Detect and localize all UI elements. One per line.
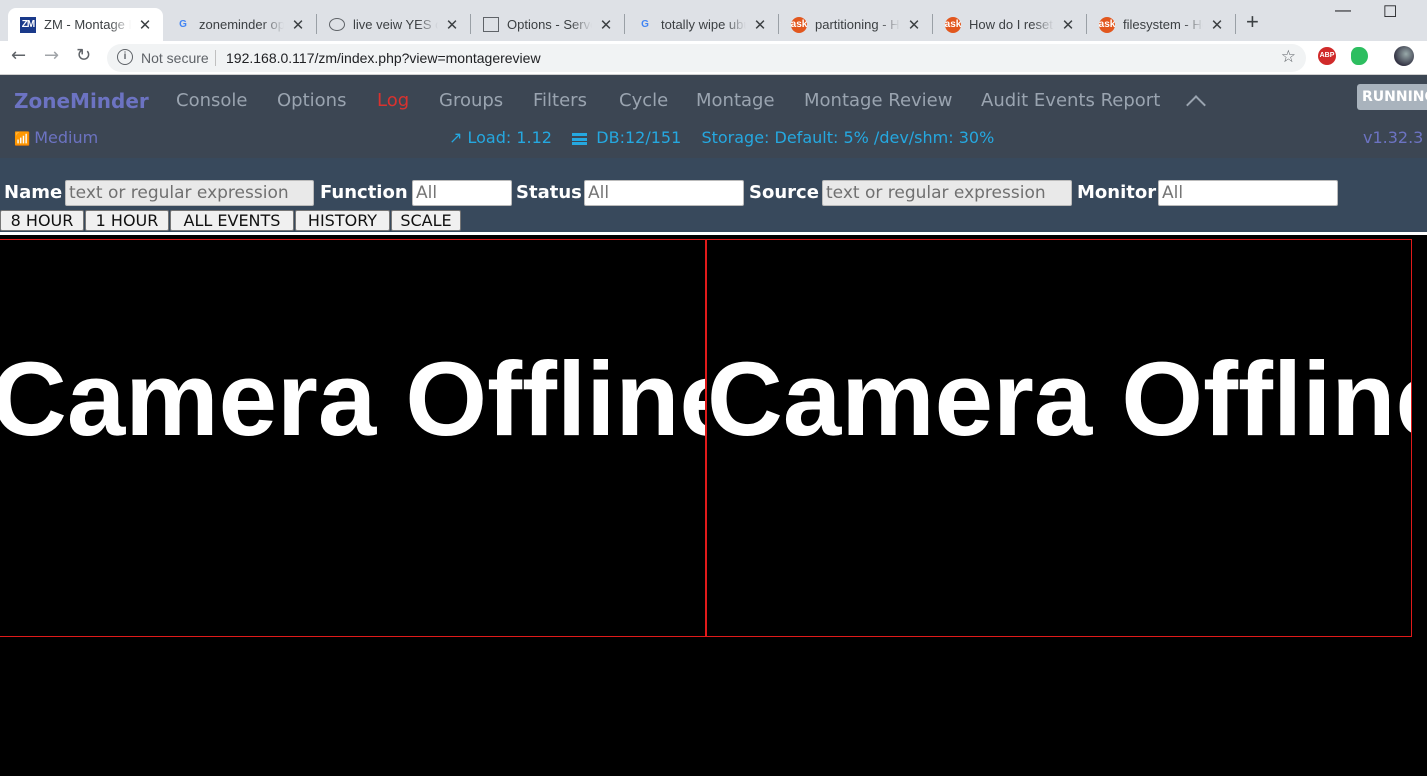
close-icon[interactable]: ✕ <box>290 16 306 34</box>
omnibox[interactable]: i Not secure 192.168.0.117/zm/index.php?… <box>107 44 1306 72</box>
tab-zm-montage-review[interactable]: ZM ZM - Montage Review ✕ <box>8 8 163 41</box>
minimize-icon[interactable]: — <box>1335 2 1351 20</box>
tab-totally-wipe-ubuntu[interactable]: G totally wipe ubuntu ✕ <box>625 8 778 41</box>
tab-title: zoneminder options <box>199 17 284 32</box>
tab-reset-ubuntu[interactable]: ask How do I reset Ubuntu ✕ <box>933 8 1086 41</box>
monitor-filter-label: Monitor <box>1077 182 1157 203</box>
load-stat: Load: 1.12 <box>467 128 552 147</box>
montage-review-area: Camera Offline Camera Offline <box>0 235 1427 776</box>
close-icon[interactable]: ✕ <box>444 16 460 34</box>
bandwidth-label: Medium <box>34 128 99 147</box>
source-filter-label: Source <box>749 182 819 203</box>
security-indicator[interactable]: Not secure <box>141 50 209 66</box>
zm-icon: ZM <box>20 16 36 33</box>
8-hour-button[interactable]: 8 HOUR <box>0 210 84 231</box>
info-icon[interactable]: i <box>117 49 133 65</box>
monitor-filter-select[interactable]: All <box>1158 180 1338 206</box>
nav-options[interactable]: Options <box>277 90 346 111</box>
monitor-filter-bar: Name text or regular expression Function… <box>0 158 1427 235</box>
close-icon[interactable]: ✕ <box>598 16 614 34</box>
tab-partitioning[interactable]: ask partitioning - How ✕ <box>779 8 932 41</box>
close-icon[interactable]: ✕ <box>906 16 922 34</box>
tab-live-view[interactable]: live veiw YES on first ✕ <box>317 8 470 41</box>
maximize-icon[interactable]: ☐ <box>1383 2 1397 22</box>
bookmark-star-icon[interactable]: ☆ <box>1281 47 1296 67</box>
history-button[interactable]: HISTORY <box>295 210 390 231</box>
address-toolbar: ← → ↻ i Not secure 192.168.0.117/zm/inde… <box>0 41 1427 75</box>
nav-log[interactable]: Log <box>377 90 409 111</box>
nav-audit-events-report[interactable]: Audit Events Report <box>981 90 1160 111</box>
name-filter-input[interactable]: text or regular expression <box>65 180 314 206</box>
monitor-frame-1[interactable]: Camera Offline <box>0 239 706 637</box>
url-text[interactable]: 192.168.0.117/zm/index.php?view=montager… <box>226 50 541 66</box>
tab-options-servers[interactable]: Options - Servers ✕ <box>471 8 624 41</box>
trending-up-icon: ↗ <box>449 128 463 147</box>
scale-button[interactable]: SCALE <box>391 210 461 231</box>
google-icon: G <box>179 19 187 30</box>
tab-title: live veiw YES on first <box>353 17 438 32</box>
adblock-extension-icon[interactable]: ABP <box>1318 47 1336 65</box>
zm-brand-link[interactable]: ZoneMinder <box>14 89 149 113</box>
close-icon[interactable]: ✕ <box>137 16 153 34</box>
system-stats: ↗ Load: 1.12 DB:12/151 Storage: Default:… <box>449 128 994 147</box>
status-filter-label: Status <box>516 182 582 203</box>
1-hour-button[interactable]: 1 HOUR <box>85 210 169 231</box>
source-filter-input[interactable]: text or regular expression <box>822 180 1072 206</box>
close-icon[interactable]: ✕ <box>752 16 768 34</box>
tab-divider <box>1235 14 1236 34</box>
nav-montage[interactable]: Montage <box>696 90 775 111</box>
document-icon <box>483 17 499 32</box>
askubuntu-icon: ask <box>791 16 807 33</box>
database-icon <box>572 133 588 145</box>
tab-title: filesystem - How <box>1123 17 1203 32</box>
askubuntu-icon: ask <box>945 16 961 33</box>
profile-avatar[interactable] <box>1394 46 1414 66</box>
omnibox-divider <box>215 50 216 66</box>
camera-offline-label: Camera Offline <box>707 341 1412 458</box>
tab-title: ZM - Montage Review <box>44 17 131 32</box>
name-filter-label: Name <box>4 182 63 203</box>
askubuntu-icon: ask <box>1099 16 1115 33</box>
collapse-chevron-up-icon[interactable] <box>1186 95 1206 115</box>
nav-cycle[interactable]: Cycle <box>619 90 668 111</box>
camera-offline-label: Camera Offline <box>0 341 706 458</box>
tab-filesystem[interactable]: ask filesystem - How ✕ <box>1087 8 1235 41</box>
close-icon[interactable]: ✕ <box>1209 16 1225 34</box>
google-icon: G <box>641 19 649 30</box>
nav-groups[interactable]: Groups <box>439 90 503 111</box>
status-filter-select[interactable]: All <box>584 180 744 206</box>
function-filter-select[interactable]: All <box>412 180 512 206</box>
bandwidth-selector[interactable]: 📶 Medium <box>14 128 98 147</box>
function-filter-label: Function <box>320 182 408 203</box>
globe-icon <box>329 18 345 31</box>
run-state-button[interactable]: RUNNING <box>1357 84 1427 110</box>
browser-tab-strip: ZM ZM - Montage Review ✕ G zoneminder op… <box>0 0 1427 41</box>
forward-arrow-icon[interactable]: → <box>44 45 59 66</box>
zm-navbar: ZoneMinder Console Options Log Groups Fi… <box>0 75 1427 158</box>
tab-title: partitioning - How <box>815 17 900 32</box>
wifi-icon: 📶 <box>14 132 31 147</box>
storage-stat: Storage: Default: 5% /dev/shm: 30% <box>701 128 995 147</box>
nav-filters[interactable]: Filters <box>533 90 587 111</box>
new-tab-button[interactable]: + <box>1246 9 1259 35</box>
tab-title: Options - Servers <box>507 17 592 32</box>
all-events-button[interactable]: ALL EVENTS <box>170 210 294 231</box>
nav-montage-review[interactable]: Montage Review <box>804 90 952 111</box>
tab-title: totally wipe ubuntu <box>661 17 746 32</box>
nav-console[interactable]: Console <box>176 90 247 111</box>
monitor-frame-2[interactable]: Camera Offline <box>706 239 1412 637</box>
evernote-extension-icon[interactable] <box>1351 47 1368 65</box>
close-icon[interactable]: ✕ <box>1060 16 1076 34</box>
tab-title: How do I reset Ubuntu <box>969 17 1054 32</box>
db-stat: DB:12/151 <box>596 128 682 147</box>
tab-zoneminder-options[interactable]: G zoneminder options ✕ <box>163 8 316 41</box>
reload-icon[interactable]: ↻ <box>76 45 91 66</box>
back-arrow-icon[interactable]: ← <box>11 45 26 66</box>
version-label: v1.32.3 <box>1363 128 1424 147</box>
